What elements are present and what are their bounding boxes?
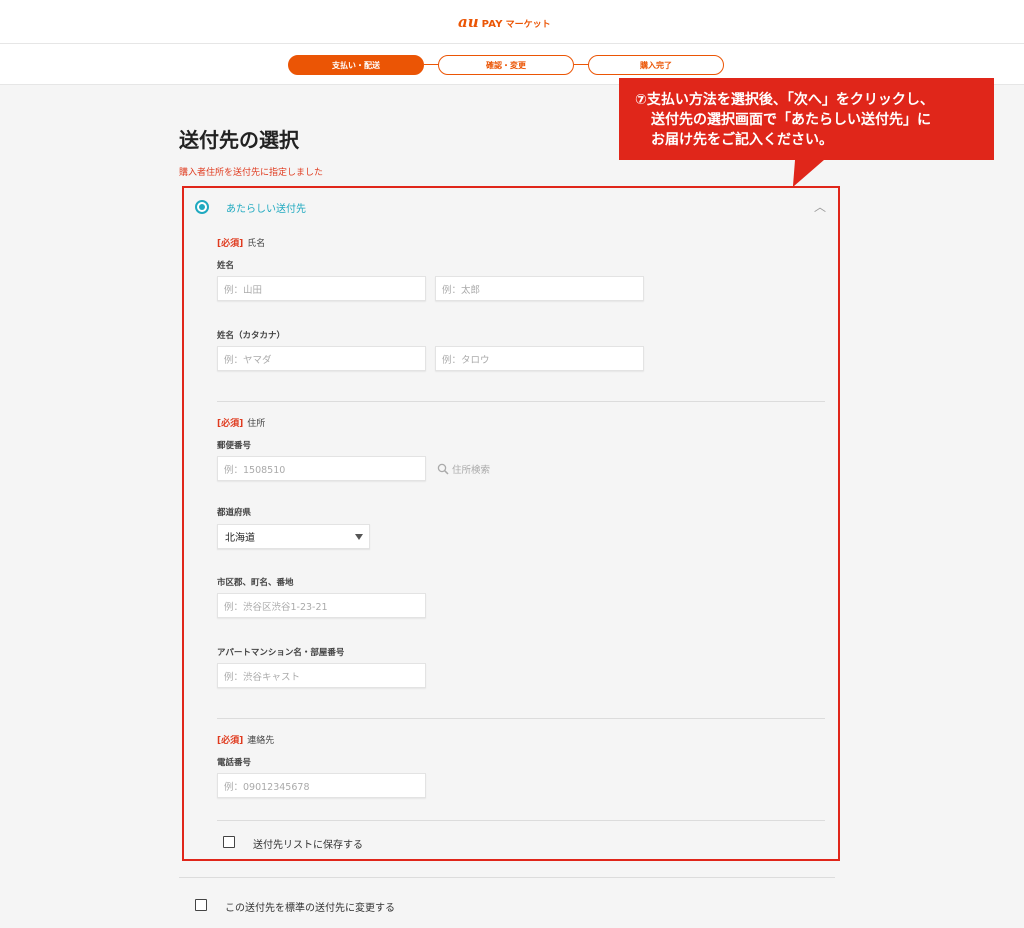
save-to-list-label[interactable]: 送付先リストに保存する [253,836,363,851]
required-tag: [必須] [217,419,244,429]
step-connector [574,64,588,65]
step-complete: 購入完了 [588,55,724,75]
name-section-title: 氏名 [247,239,266,249]
city-label: 市区郡、町名、番地 [217,578,294,588]
section-divider [217,401,825,402]
callout-line-3: お届け先をご記入ください。 [651,132,833,148]
building-label: アパートマンション名・部屋番号 [217,648,345,658]
postal-code-input[interactable]: 例：1508510 [217,456,426,481]
step-confirm: 確認・変更 [438,55,574,75]
callout-line-1: ⑦支払い方法を選択後、「次へ」をクリックし、 [635,92,934,108]
callout-line-2: 送付先の選択画面で「あたらしい送付先」に [651,112,931,128]
section-divider [217,718,825,719]
new-address-radio[interactable] [195,200,209,214]
phone-input[interactable]: 例：09012345678 [217,773,426,798]
search-icon [437,463,449,475]
last-name-input[interactable]: 例：山田 [217,276,426,301]
instruction-callout: ⑦支払い方法を選択後、「次へ」をクリックし、 送付先の選択画面で「あたらしい送付… [619,78,994,160]
dropdown-arrow-icon [355,534,363,540]
building-input[interactable]: 例：渋谷キャスト [217,663,426,688]
address-search-link[interactable]: 住所検索 [437,462,490,476]
section-divider [217,820,825,821]
name-label: 姓名 [217,261,235,271]
required-tag: [必須] [217,239,244,249]
au-pay-market-logo[interactable]: au PAY マーケット [458,13,551,31]
last-name-kana-input[interactable]: 例：ヤマダ [217,346,426,371]
prefecture-select[interactable]: 北海道 [217,524,370,549]
prefecture-selected-value: 北海道 [225,533,255,544]
logo-au-text: au [458,13,479,31]
first-name-kana-input[interactable]: 例：タロウ [435,346,644,371]
step-connector [424,64,438,65]
save-to-list-checkbox[interactable] [223,836,235,848]
name-section-heading: [必須] 氏名 [217,236,265,249]
callout-pointer [784,159,826,187]
address-notice: 購入者住所を送付先に指定しました [179,168,324,178]
logo-market-text: マーケット [505,20,551,30]
prefecture-label: 都道府県 [217,508,252,518]
address-section-heading: [必須] 住所 [217,416,265,429]
site-header: au PAY マーケット [0,0,1024,44]
section-divider [179,877,835,878]
contact-section-title: 連絡先 [247,736,275,746]
first-name-input[interactable]: 例：太郎 [435,276,644,301]
address-section-title: 住所 [247,419,266,429]
phone-label: 電話番号 [217,758,252,768]
set-default-label[interactable]: この送付先を標準の送付先に変更する [225,899,395,914]
city-input[interactable]: 例：渋谷区渋谷1-23-21 [217,593,426,618]
name-kana-label: 姓名（カタカナ） [217,331,286,341]
new-address-form: あたらしい送付先 ︿ [必須] 氏名 姓名 例：山田 例：太郎 姓名（カタカナ） … [182,186,840,861]
required-tag: [必須] [217,736,244,746]
new-address-option-label[interactable]: あたらしい送付先 [226,200,306,215]
set-default-checkbox[interactable] [195,899,207,911]
contact-section-heading: [必須] 連絡先 [217,733,274,746]
postal-code-label: 郵便番号 [217,441,252,451]
chevron-up-icon[interactable]: ︿ [814,198,826,215]
logo-pay-text: PAY [481,19,503,30]
page-title: 送付先の選択 [179,128,299,152]
address-search-label: 住所検索 [452,465,491,476]
step-payment-shipping: 支払い・配送 [288,55,424,75]
